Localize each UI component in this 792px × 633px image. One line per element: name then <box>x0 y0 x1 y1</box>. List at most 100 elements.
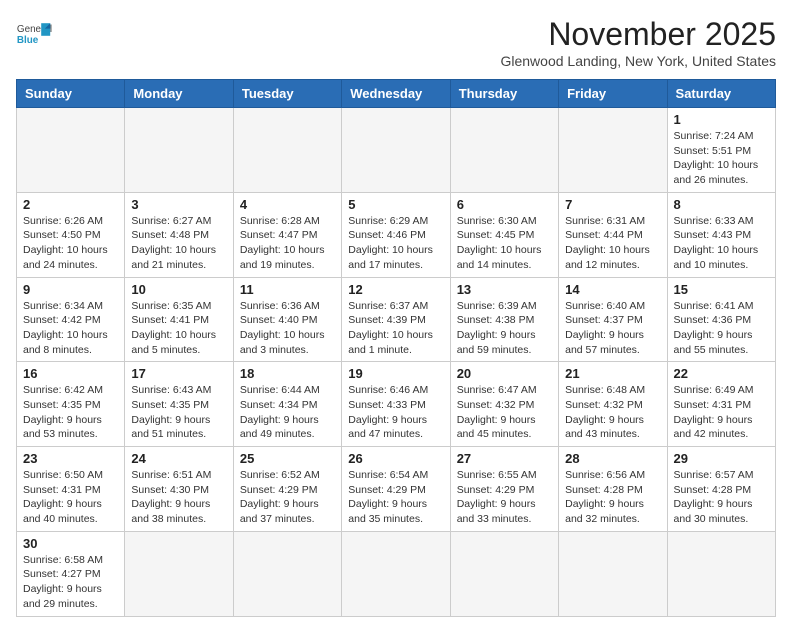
day-number: 10 <box>131 282 226 297</box>
day-info: Sunrise: 6:54 AM Sunset: 4:29 PM Dayligh… <box>348 468 443 527</box>
day-info: Sunrise: 6:28 AM Sunset: 4:47 PM Dayligh… <box>240 214 335 273</box>
calendar-cell <box>233 108 341 193</box>
calendar-title: November 2025 <box>500 16 776 53</box>
day-info: Sunrise: 6:57 AM Sunset: 4:28 PM Dayligh… <box>674 468 769 527</box>
day-number: 5 <box>348 197 443 212</box>
day-info: Sunrise: 6:44 AM Sunset: 4:34 PM Dayligh… <box>240 383 335 442</box>
calendar-cell: 6Sunrise: 6:30 AM Sunset: 4:45 PM Daylig… <box>450 192 558 277</box>
logo: General Blue <box>16 16 52 52</box>
weekday-header-friday: Friday <box>559 80 667 108</box>
day-info: Sunrise: 6:58 AM Sunset: 4:27 PM Dayligh… <box>23 553 118 612</box>
week-row-0: 1 Sunrise: 7:24 AM Sunset: 5:51 PM Daylig… <box>17 108 776 193</box>
weekday-header-tuesday: Tuesday <box>233 80 341 108</box>
week-row-5: 30 Sunrise: 6:58 AM Sunset: 4:27 PM Dayli… <box>17 531 776 616</box>
calendar-cell: 18 Sunrise: 6:44 AM Sunset: 4:34 PM Dayli… <box>233 362 341 447</box>
calendar-cell: 24 Sunrise: 6:51 AM Sunset: 4:30 PM Dayli… <box>125 447 233 532</box>
calendar-cell: 4 Sunrise: 6:28 AM Sunset: 4:47 PM Daylig… <box>233 192 341 277</box>
calendar-cell: 12 Sunrise: 6:37 AM Sunset: 4:39 PM Dayli… <box>342 277 450 362</box>
calendar-cell: 30 Sunrise: 6:58 AM Sunset: 4:27 PM Dayli… <box>17 531 125 616</box>
calendar-cell: 23Sunrise: 6:50 AM Sunset: 4:31 PM Dayli… <box>17 447 125 532</box>
calendar-cell: 11Sunrise: 6:36 AM Sunset: 4:40 PM Dayli… <box>233 277 341 362</box>
week-row-2: 9 Sunrise: 6:34 AM Sunset: 4:42 PM Daylig… <box>17 277 776 362</box>
calendar-cell <box>17 108 125 193</box>
day-number: 7 <box>565 197 660 212</box>
day-number: 12 <box>348 282 443 297</box>
day-number: 22 <box>674 366 769 381</box>
day-info: Sunrise: 6:55 AM Sunset: 4:29 PM Dayligh… <box>457 468 552 527</box>
day-info: Sunrise: 6:26 AM Sunset: 4:50 PM Dayligh… <box>23 214 118 273</box>
day-number: 24 <box>131 451 226 466</box>
day-info: Sunrise: 6:39 AM Sunset: 4:38 PM Dayligh… <box>457 299 552 358</box>
day-number: 14 <box>565 282 660 297</box>
day-info: Sunrise: 7:24 AM Sunset: 5:51 PM Dayligh… <box>674 129 769 188</box>
calendar-cell <box>450 531 558 616</box>
calendar-cell: 3Sunrise: 6:27 AM Sunset: 4:48 PM Daylig… <box>125 192 233 277</box>
day-number: 21 <box>565 366 660 381</box>
calendar-cell: 29 Sunrise: 6:57 AM Sunset: 4:28 PM Dayli… <box>667 447 775 532</box>
day-number: 17 <box>131 366 226 381</box>
header: General Blue November 2025 Glenwood Land… <box>16 16 776 69</box>
day-info: Sunrise: 6:37 AM Sunset: 4:39 PM Dayligh… <box>348 299 443 358</box>
day-number: 25 <box>240 451 335 466</box>
day-info: Sunrise: 6:49 AM Sunset: 4:31 PM Dayligh… <box>674 383 769 442</box>
calendar-cell: 17 Sunrise: 6:43 AM Sunset: 4:35 PM Dayli… <box>125 362 233 447</box>
calendar-cell <box>342 108 450 193</box>
day-number: 15 <box>674 282 769 297</box>
calendar-cell <box>667 531 775 616</box>
day-number: 4 <box>240 197 335 212</box>
day-number: 26 <box>348 451 443 466</box>
calendar-cell <box>559 108 667 193</box>
calendar-cell <box>125 108 233 193</box>
day-number: 18 <box>240 366 335 381</box>
day-info: Sunrise: 6:42 AM Sunset: 4:35 PM Dayligh… <box>23 383 118 442</box>
calendar-subtitle: Glenwood Landing, New York, United State… <box>500 53 776 69</box>
calendar-cell: 27 Sunrise: 6:55 AM Sunset: 4:29 PM Dayli… <box>450 447 558 532</box>
day-number: 20 <box>457 366 552 381</box>
day-number: 16 <box>23 366 118 381</box>
day-info: Sunrise: 6:52 AM Sunset: 4:29 PM Dayligh… <box>240 468 335 527</box>
title-area: November 2025 Glenwood Landing, New York… <box>500 16 776 69</box>
day-number: 1 <box>674 112 769 127</box>
day-info: Sunrise: 6:46 AM Sunset: 4:33 PM Dayligh… <box>348 383 443 442</box>
day-number: 2 <box>23 197 118 212</box>
day-number: 29 <box>674 451 769 466</box>
day-info: Sunrise: 6:40 AM Sunset: 4:37 PM Dayligh… <box>565 299 660 358</box>
calendar-cell: 14 Sunrise: 6:40 AM Sunset: 4:37 PM Dayli… <box>559 277 667 362</box>
day-info: Sunrise: 6:50 AM Sunset: 4:31 PM Dayligh… <box>23 468 118 527</box>
day-number: 9 <box>23 282 118 297</box>
calendar-cell: 25 Sunrise: 6:52 AM Sunset: 4:29 PM Dayli… <box>233 447 341 532</box>
calendar-cell: 13 Sunrise: 6:39 AM Sunset: 4:38 PM Dayli… <box>450 277 558 362</box>
day-info: Sunrise: 6:56 AM Sunset: 4:28 PM Dayligh… <box>565 468 660 527</box>
calendar-cell: 15Sunrise: 6:41 AM Sunset: 4:36 PM Dayli… <box>667 277 775 362</box>
calendar-cell: 5Sunrise: 6:29 AM Sunset: 4:46 PM Daylig… <box>342 192 450 277</box>
day-number: 19 <box>348 366 443 381</box>
day-info: Sunrise: 6:35 AM Sunset: 4:41 PM Dayligh… <box>131 299 226 358</box>
weekday-header-monday: Monday <box>125 80 233 108</box>
calendar-cell: 28Sunrise: 6:56 AM Sunset: 4:28 PM Dayli… <box>559 447 667 532</box>
day-number: 30 <box>23 536 118 551</box>
svg-text:Blue: Blue <box>17 35 39 46</box>
weekday-header-wednesday: Wednesday <box>342 80 450 108</box>
week-row-1: 2 Sunrise: 6:26 AM Sunset: 4:50 PM Daylig… <box>17 192 776 277</box>
day-number: 8 <box>674 197 769 212</box>
calendar-cell <box>342 531 450 616</box>
calendar-cell <box>450 108 558 193</box>
calendar-cell: 2 Sunrise: 6:26 AM Sunset: 4:50 PM Daylig… <box>17 192 125 277</box>
day-info: Sunrise: 6:31 AM Sunset: 4:44 PM Dayligh… <box>565 214 660 273</box>
day-number: 13 <box>457 282 552 297</box>
calendar-cell: 9 Sunrise: 6:34 AM Sunset: 4:42 PM Daylig… <box>17 277 125 362</box>
week-row-3: 16 Sunrise: 6:42 AM Sunset: 4:35 PM Dayli… <box>17 362 776 447</box>
day-number: 6 <box>457 197 552 212</box>
week-row-4: 23Sunrise: 6:50 AM Sunset: 4:31 PM Dayli… <box>17 447 776 532</box>
day-number: 3 <box>131 197 226 212</box>
calendar-table: SundayMondayTuesdayWednesdayThursdayFrid… <box>16 79 776 617</box>
calendar-cell <box>125 531 233 616</box>
calendar-cell: 8 Sunrise: 6:33 AM Sunset: 4:43 PM Daylig… <box>667 192 775 277</box>
logo-icon: General Blue <box>16 16 52 52</box>
day-info: Sunrise: 6:43 AM Sunset: 4:35 PM Dayligh… <box>131 383 226 442</box>
day-number: 27 <box>457 451 552 466</box>
day-info: Sunrise: 6:34 AM Sunset: 4:42 PM Dayligh… <box>23 299 118 358</box>
day-info: Sunrise: 6:51 AM Sunset: 4:30 PM Dayligh… <box>131 468 226 527</box>
calendar-cell: 16 Sunrise: 6:42 AM Sunset: 4:35 PM Dayli… <box>17 362 125 447</box>
day-info: Sunrise: 6:33 AM Sunset: 4:43 PM Dayligh… <box>674 214 769 273</box>
